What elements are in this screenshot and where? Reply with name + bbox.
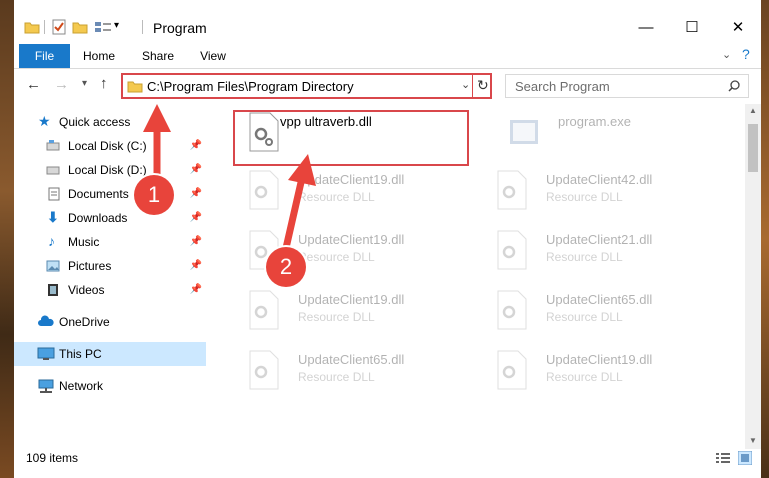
annotation-arrows — [143, 104, 316, 249]
step-marker-2: 2 — [266, 247, 306, 287]
step-marker-1: 1 — [134, 175, 174, 215]
